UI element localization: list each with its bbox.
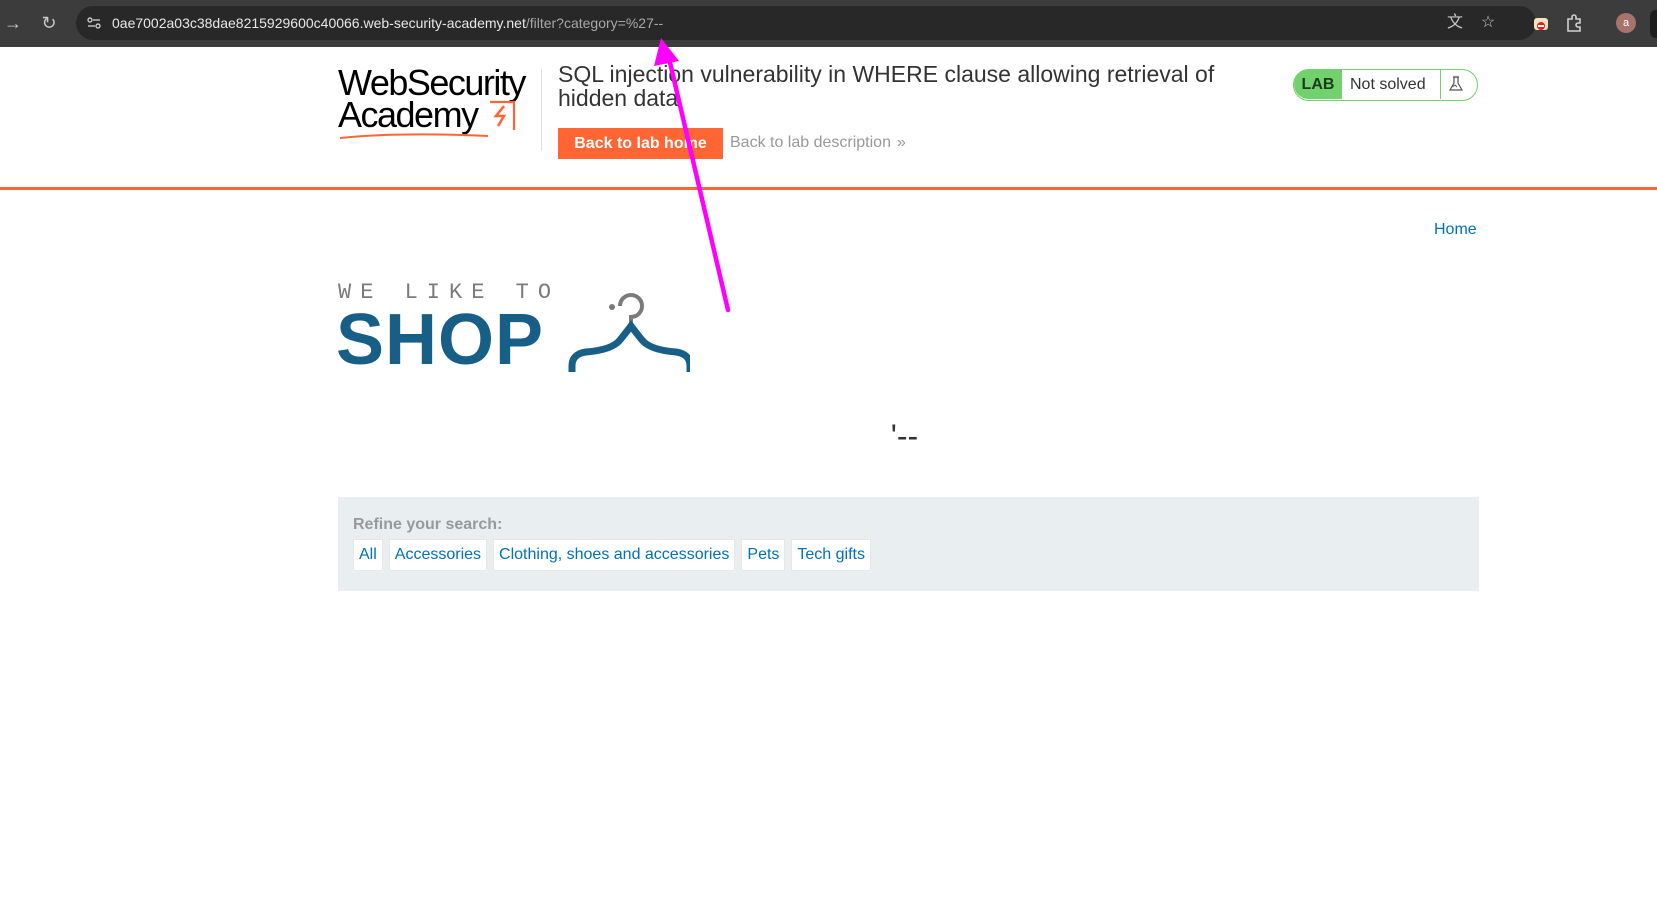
back-description-label: Back to lab description	[730, 134, 891, 151]
hanger-icon	[568, 293, 690, 372]
translate-icon[interactable]: 文	[1446, 14, 1464, 32]
lab-header: WebSecurity Academy SQL injection vulner…	[0, 47, 1657, 190]
category-link-pets[interactable]: Pets	[741, 539, 786, 571]
back-to-lab-home-button[interactable]: Back to lab home	[558, 128, 723, 159]
web-security-academy-logo[interactable]: WebSecurity Academy	[338, 65, 526, 139]
refine-search-panel: Refine your search: All Accessories Clot…	[338, 497, 1479, 591]
profile-avatar[interactable]: a	[1616, 13, 1636, 33]
site-info-icon[interactable]	[86, 15, 102, 31]
home-link[interactable]: Home	[1434, 221, 1477, 239]
flask-icon	[1448, 76, 1464, 91]
double-chevron-right-icon: »	[896, 134, 906, 151]
category-link-accessories[interactable]: Accessories	[388, 539, 488, 571]
logo-text-line2: Academy	[338, 94, 479, 135]
extension-icon[interactable]	[1530, 12, 1552, 34]
window-edge	[1650, 10, 1657, 38]
refine-label: Refine your search:	[353, 516, 503, 533]
back-to-lab-description-link[interactable]: Back to lab description »	[730, 134, 906, 152]
shop-logo: WE LIKE TO SHOP	[336, 280, 690, 380]
url-text[interactable]: 0ae7002a03c38dae8215929600c40066.web-sec…	[112, 15, 663, 31]
logo-underline	[339, 133, 489, 139]
forward-icon[interactable]: →	[2, 12, 24, 34]
category-filter-list: All Accessories Clothing, shoes and acce…	[353, 539, 871, 571]
url-host: 0ae7002a03c38dae8215929600c40066.web-sec…	[112, 15, 526, 31]
lightning-icon	[490, 100, 516, 130]
category-link-tech-gifts[interactable]: Tech gifts	[791, 539, 871, 571]
reload-icon[interactable]: ↻	[38, 12, 60, 34]
browser-toolbar: → ↻ 0ae7002a03c38dae8215929600c40066.web…	[0, 0, 1657, 47]
lab-status-separator	[1440, 70, 1441, 99]
lab-status-widget: LAB Not solved	[1293, 69, 1478, 101]
lab-status-text: Not solved	[1350, 76, 1426, 93]
category-link-clothing[interactable]: Clothing, shoes and accessories	[493, 539, 736, 571]
star-icon[interactable]: ☆	[1479, 14, 1497, 32]
filter-title: '--	[890, 418, 919, 454]
category-link-all[interactable]: All	[353, 539, 383, 571]
address-bar[interactable]: 0ae7002a03c38dae8215929600c40066.web-sec…	[76, 6, 1536, 40]
lab-badge: LAB	[1294, 70, 1342, 99]
puzzle-icon[interactable]	[1563, 12, 1585, 34]
url-path: /filter?category=%27--	[525, 15, 664, 31]
shop-word: SHOP	[336, 300, 545, 380]
header-divider	[541, 69, 542, 151]
lab-title: SQL injection vulnerability in WHERE cla…	[558, 61, 1215, 111]
